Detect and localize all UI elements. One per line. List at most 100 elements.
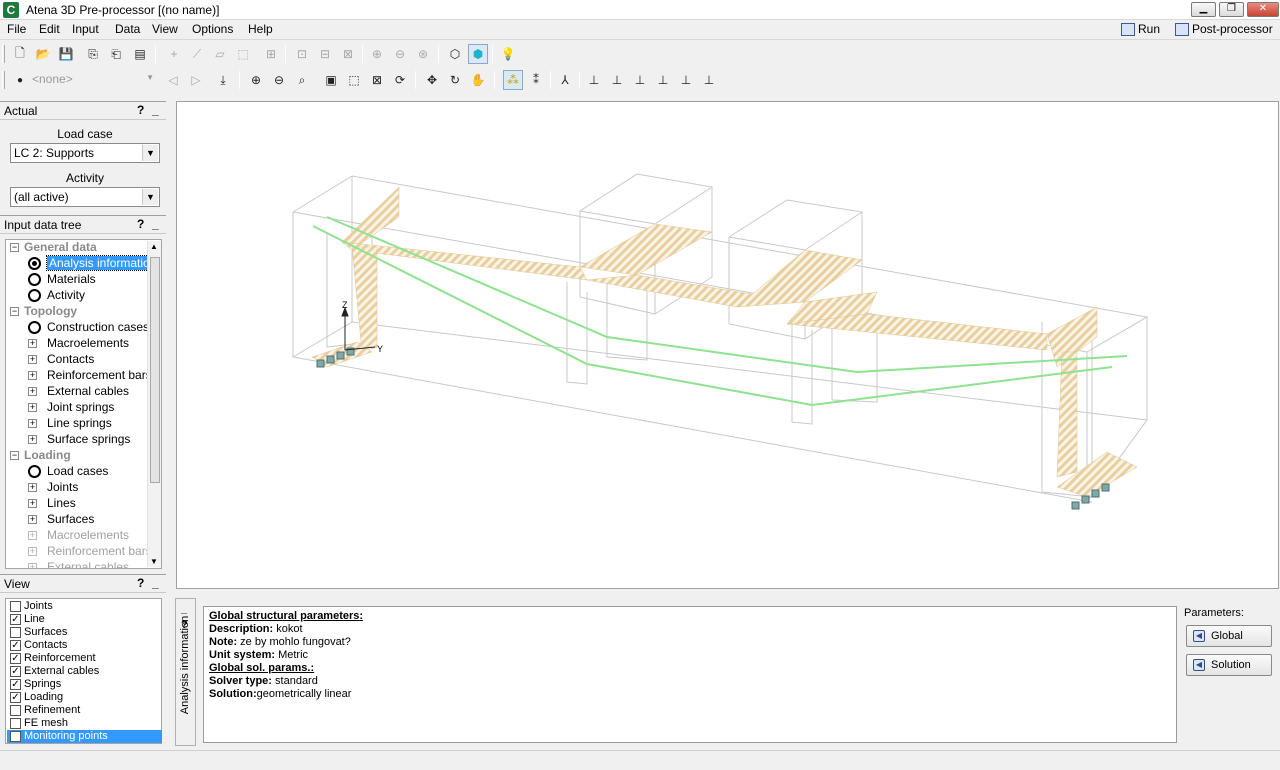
status-bar bbox=[0, 750, 1280, 770]
remove-item-icon[interactable]: ⊟ bbox=[315, 44, 335, 64]
solution-parameters-button[interactable]: ◀ Solution bbox=[1186, 654, 1272, 676]
view-y-icon[interactable]: ⊥ bbox=[630, 70, 650, 90]
zoom-in-icon[interactable]: ⊕ bbox=[246, 70, 266, 90]
add-line-icon[interactable]: ⟋ bbox=[187, 44, 207, 64]
add-item-icon[interactable]: ⊡ bbox=[292, 44, 312, 64]
help-button[interactable]: ? bbox=[137, 103, 144, 117]
radio-circle-icon bbox=[28, 273, 41, 286]
zoom-out-icon[interactable]: ⊖ bbox=[269, 70, 289, 90]
pan-icon[interactable]: ✥ bbox=[422, 70, 442, 90]
postprocessor-button[interactable]: Post-processor bbox=[1175, 22, 1273, 36]
view-panel-title: View bbox=[4, 577, 30, 591]
view-zx-icon[interactable]: ⊥ bbox=[699, 70, 719, 90]
toolbar-grip[interactable] bbox=[2, 71, 5, 89]
add-block-icon[interactable]: ⬚ bbox=[233, 44, 253, 64]
axes-icon[interactable]: ⅄ bbox=[555, 70, 575, 90]
chevron-down-icon: ▼ bbox=[142, 189, 158, 205]
wireframe-cube-icon[interactable]: ⬡ bbox=[445, 44, 465, 64]
view-option-loading[interactable]: ✓ Loading bbox=[7, 691, 162, 704]
view-option-external-cables[interactable]: ✓ External cables bbox=[7, 665, 162, 678]
view-option-refinement[interactable]: Refinement bbox=[7, 704, 162, 717]
solution-row: Solution:geometrically linear bbox=[209, 688, 352, 700]
properties-icon[interactable]: ▤ bbox=[130, 44, 150, 64]
maximize-window-button[interactable]: ❐ bbox=[1219, 2, 1244, 17]
menu-data[interactable]: Data bbox=[115, 22, 140, 36]
structure-drawing bbox=[292, 173, 1148, 510]
unit-system-row: Unit system: Metric bbox=[209, 649, 309, 661]
3d-viewport[interactable]: Z Y bbox=[176, 101, 1279, 589]
toolbar-grip[interactable] bbox=[2, 45, 5, 63]
view-xy-icon[interactable]: ⊥ bbox=[607, 70, 627, 90]
minimize-panel-button[interactable]: _ bbox=[152, 576, 159, 590]
modify-icon[interactable]: ⊛ bbox=[413, 44, 433, 64]
open-folder-icon[interactable]: 📂 bbox=[33, 44, 53, 64]
add-point-icon[interactable]: + bbox=[164, 44, 184, 64]
activity-select[interactable]: (all active) ▼ bbox=[10, 187, 160, 207]
view-option-fe-mesh[interactable]: FE mesh bbox=[7, 717, 162, 730]
selector-placeholder: <none> bbox=[32, 72, 73, 86]
radio-circle-icon bbox=[28, 321, 41, 334]
zoom-all-icon[interactable]: ▣ bbox=[321, 70, 341, 90]
load-case-select[interactable]: LC 2: Supports ▼ bbox=[10, 143, 160, 163]
view-option-springs[interactable]: ✓ Springs bbox=[7, 678, 162, 691]
minimize-panel-button[interactable]: _ bbox=[152, 217, 159, 231]
light-bulb-icon[interactable]: 💡 bbox=[498, 44, 518, 64]
menu-help[interactable]: Help bbox=[248, 22, 273, 36]
help-button[interactable]: ? bbox=[137, 217, 144, 231]
save-icon[interactable]: 💾 bbox=[56, 44, 76, 64]
menu-edit[interactable]: Edit bbox=[39, 22, 60, 36]
tree-scrollbar[interactable]: ▲ ▼ bbox=[147, 241, 161, 567]
render-mode-1-icon[interactable]: ⁂ bbox=[503, 70, 523, 90]
view-option-surfaces[interactable]: Surfaces bbox=[7, 626, 162, 639]
menu-options[interactable]: Options bbox=[192, 22, 233, 36]
postprocessor-icon bbox=[1175, 22, 1189, 36]
add-mesh-icon[interactable]: ⊞ bbox=[261, 44, 281, 64]
scroll-thumb[interactable] bbox=[150, 257, 160, 483]
fit-selection-icon[interactable]: ⤓ bbox=[213, 70, 233, 90]
rotate-icon[interactable]: ↻ bbox=[445, 70, 465, 90]
axis-label-y: Y bbox=[377, 344, 384, 354]
render-mode-2-icon[interactable]: ⁑ bbox=[526, 70, 546, 90]
view-option-joints[interactable]: Joints bbox=[7, 600, 162, 613]
view-z-icon[interactable]: ⊥ bbox=[676, 70, 696, 90]
copy-icon[interactable]: ⎘ bbox=[83, 44, 103, 64]
new-file-icon[interactable]: 🗋 bbox=[10, 44, 30, 64]
expand-plus-icon: + bbox=[28, 563, 37, 568]
delete-icon[interactable]: ⊖ bbox=[390, 44, 410, 64]
global-parameters-button[interactable]: ◀ Global bbox=[1186, 625, 1272, 647]
view-yz-icon[interactable]: ⊥ bbox=[653, 70, 673, 90]
view-xz-icon[interactable]: ⊥ bbox=[584, 70, 604, 90]
checkbox-icon: ✓ bbox=[10, 666, 21, 677]
next-icon[interactable]: ▷ bbox=[186, 70, 206, 90]
insert-icon[interactable]: ⊕ bbox=[367, 44, 387, 64]
solution-button-label: Solution bbox=[1211, 659, 1251, 671]
zoom-window-icon[interactable]: ⌕ bbox=[292, 70, 312, 90]
close-window-button[interactable]: ✕ bbox=[1247, 2, 1279, 17]
selector-combo[interactable]: <none> ▼ bbox=[32, 72, 157, 89]
view-option-reinforcement[interactable]: ✓ Reinforcement bbox=[7, 652, 162, 665]
expand-plus-icon: + bbox=[28, 546, 37, 556]
help-button[interactable]: ? bbox=[137, 576, 144, 590]
minimize-window-button[interactable]: ▁ bbox=[1191, 2, 1216, 17]
menu-file[interactable]: File bbox=[7, 22, 26, 36]
paste-icon[interactable]: ⎗ bbox=[106, 44, 126, 64]
minimize-panel-button[interactable]: _ bbox=[152, 103, 159, 117]
previous-icon[interactable]: ◁ bbox=[163, 70, 183, 90]
view-option-monitoring-points[interactable]: Monitoring points bbox=[7, 730, 162, 743]
zoom-selection-icon[interactable]: ⬚ bbox=[344, 70, 364, 90]
solid-cube-icon[interactable]: ⬢ bbox=[468, 44, 488, 64]
hand-icon[interactable]: ✋ bbox=[468, 70, 488, 90]
view-option-line[interactable]: ✓ Line bbox=[7, 613, 162, 626]
menu-input[interactable]: Input bbox=[72, 22, 99, 36]
info-panel-side-tab: _ ? Analysis information bbox=[175, 598, 196, 746]
scroll-up-icon[interactable]: ▲ bbox=[150, 242, 158, 251]
scroll-down-icon[interactable]: ▼ bbox=[150, 557, 158, 566]
menu-view[interactable]: View bbox=[152, 22, 178, 36]
zoom-realtime-icon[interactable]: ⟳ bbox=[390, 70, 410, 90]
edit-item-icon[interactable]: ⊠ bbox=[338, 44, 358, 64]
view-option-contacts[interactable]: ✓ Contacts bbox=[7, 639, 162, 652]
axis-label-z: Z bbox=[342, 300, 348, 310]
zoom-extents-icon[interactable]: ⊠ bbox=[367, 70, 387, 90]
run-button[interactable]: Run bbox=[1121, 22, 1160, 36]
add-surface-icon[interactable]: ▱ bbox=[210, 44, 230, 64]
